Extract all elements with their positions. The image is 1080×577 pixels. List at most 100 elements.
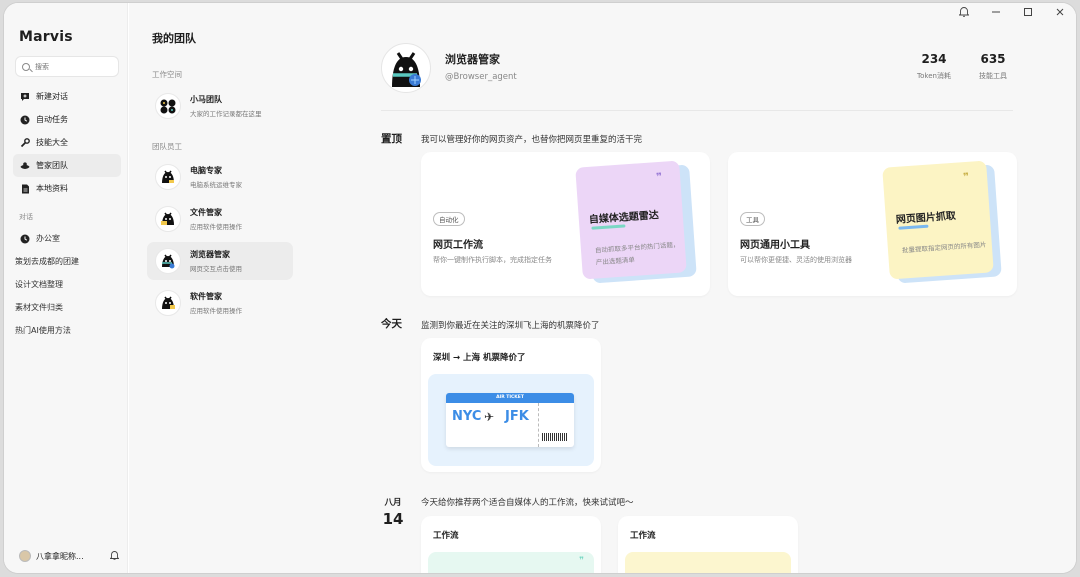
agent-avatar [155,206,181,232]
agent-avatar [155,164,181,190]
date-month: 八月 [384,498,402,508]
conversations-label: 对话 [19,213,33,221]
window-controls [958,6,1066,20]
sidebar-item-team[interactable]: 管家团队 [13,154,121,177]
workflow-card-title: 工作流 [433,531,459,541]
workspace-name: 小马团队 [190,95,222,104]
conversation-item[interactable]: 素材文件归类 [13,296,121,319]
main-content: 浏览器管家 @Browser_agent 234 Token消耗 635 技能工… [311,3,1076,573]
staff-item-software-manager[interactable]: 软件管家 应用软件使用操作 [147,284,293,322]
bell-icon[interactable] [958,6,970,20]
feature-note: ❞ 自媒体选题雷达 自动抓取多平台的热门话题，产出选题清单 [575,160,687,280]
workflow-card-title: 工作流 [630,531,656,541]
staff-desc: 网页交互点击使用 [190,265,242,273]
note-desc: 批量提取指定网页的所有图片 [901,240,987,255]
conversation-label: 办公室 [36,234,60,243]
today-heading: 今天 [381,318,402,330]
staff-name: 浏览器管家 [190,250,230,259]
ticket-card[interactable]: 深圳 → 上海 机票降价了 AIR TICKET NYC ✈ JFK [421,338,601,472]
workflow-recommend-card[interactable]: 工作流 [618,516,798,573]
app-window: Marvis 新建对话 自动任务 技能大全 [4,3,1076,573]
quote-icon: ❞ [655,171,663,184]
note-title: 网页图片抓取 [895,210,957,226]
workspace-label: 工作空间 [152,70,182,79]
staff-item-computer-expert[interactable]: 电脑专家 电脑系统运维专家 [147,158,293,196]
search-icon [22,62,30,71]
staff-name: 电脑专家 [190,166,222,175]
stat-label: Token消耗 [917,72,951,80]
profile-name: 浏览器管家 [445,53,500,66]
ticket-image: AIR TICKET NYC ✈ JFK [446,393,574,447]
staff-item-browser-manager[interactable]: 浏览器管家 网页交互点击使用 [147,242,293,280]
conversation-label: 热门AI使用方法 [15,326,71,335]
workspace-item[interactable]: 小马团队 大家的工作记录都在这里 [147,87,293,125]
stat-value: 635 [980,52,1006,66]
workflow-card[interactable]: 自动化 网页工作流 帮你一键制作执行脚本，完成指定任务 ❞ 自媒体选题雷达 自动… [421,152,710,296]
staff-desc: 电脑系统运维专家 [190,181,242,189]
team-panel: 我的团队 工作空间 小马团队 大家的工作记录都在这里 团队员工 电脑专家 电脑系… [129,3,311,573]
plane-icon: ✈ [484,410,495,424]
card-title: 网页通用小工具 [740,240,810,251]
sidebar-item-local-files[interactable]: 本地资料 [13,177,121,200]
date-badge: 八月 14 [381,496,405,528]
search-box[interactable] [15,56,119,77]
team-title: 我的团队 [152,32,196,45]
workflow-recommend-card[interactable]: 工作流 ❞ [421,516,601,573]
conversation-item[interactable]: 办公室 [13,227,121,250]
quote-icon: ❞ [962,171,970,184]
sidebar-item-auto-tasks[interactable]: 自动任务 [13,108,121,131]
stat-value: 234 [921,52,947,66]
stat-skills: 635 技能工具 [973,52,1013,81]
sidebar-item-new-chat[interactable]: 新建对话 [13,85,121,108]
user-name: 八拿拿昵称... [36,551,84,561]
sidebar-item-label: 技能大全 [36,138,68,147]
note-desc: 自动抓取多平台的热门话题，产出选题清单 [594,240,680,267]
close-icon[interactable] [1054,7,1066,20]
conversation-item[interactable]: 热门AI使用方法 [13,319,121,342]
card-desc: 可以帮你更便捷、灵活的使用浏览器 [740,256,852,264]
staff-desc: 应用软件使用操作 [190,307,242,315]
team-icon [20,161,30,171]
recommend-desc: 今天给你推荐两个适合自媒体人的工作流，快来试试吧～ [421,498,634,508]
staff-label: 团队员工 [152,142,182,151]
ticket-perforation [538,403,539,447]
card-tag: 工具 [740,212,765,226]
agent-avatar [155,248,181,274]
conversation-item[interactable]: 策划去成都的团建 [13,250,121,273]
minimize-icon[interactable] [990,7,1002,20]
stat-token: 234 Token消耗 [911,52,957,81]
feature-note: ❞ 网页图片抓取 批量提取指定网页的所有图片 [882,160,994,280]
ticket-header: AIR TICKET [446,393,574,403]
staff-item-file-manager[interactable]: 文件管家 应用软件使用操作 [147,200,293,238]
tools-card[interactable]: 工具 网页通用小工具 可以帮你更便捷、灵活的使用浏览器 ❞ 网页图片抓取 批量提… [728,152,1017,296]
ticket-image-bg: AIR TICKET NYC ✈ JFK [428,374,594,466]
search-input[interactable] [35,62,115,71]
quote-icon: ❞ [579,556,584,566]
staff-desc: 应用软件使用操作 [190,223,242,231]
user-profile[interactable]: 八拿拿昵称... [19,548,120,564]
sidebar-item-label: 新建对话 [36,92,68,101]
staff-name: 软件管家 [190,292,222,301]
card-title: 网页工作流 [433,240,483,251]
staff-name: 文件管家 [190,208,222,217]
sidebar-item-skills[interactable]: 技能大全 [13,131,121,154]
sidebar-item-label: 本地资料 [36,184,68,193]
sidebar-nav: 新建对话 自动任务 技能大全 管家团队 本地资料 [13,85,121,200]
workflow-preview: ❞ [428,552,594,573]
ticket-card-title: 深圳 → 上海 机票降价了 [433,353,526,363]
maximize-icon[interactable] [1022,7,1034,20]
header-divider [381,110,1013,111]
card-tag: 自动化 [433,212,465,226]
clock-icon [20,115,30,125]
bell-icon[interactable] [109,550,120,563]
team-avatar [155,93,181,119]
chat-plus-icon [20,92,30,102]
barcode [542,433,568,441]
profile-avatar [381,43,431,93]
workspace-desc: 大家的工作记录都在这里 [190,110,262,118]
app-logo: Marvis [19,29,73,45]
conversation-label: 素材文件归类 [15,303,63,312]
agent-avatar [155,290,181,316]
sidebar: Marvis 新建对话 自动任务 技能大全 [4,3,128,573]
conversation-item[interactable]: 设计文档整理 [13,273,121,296]
